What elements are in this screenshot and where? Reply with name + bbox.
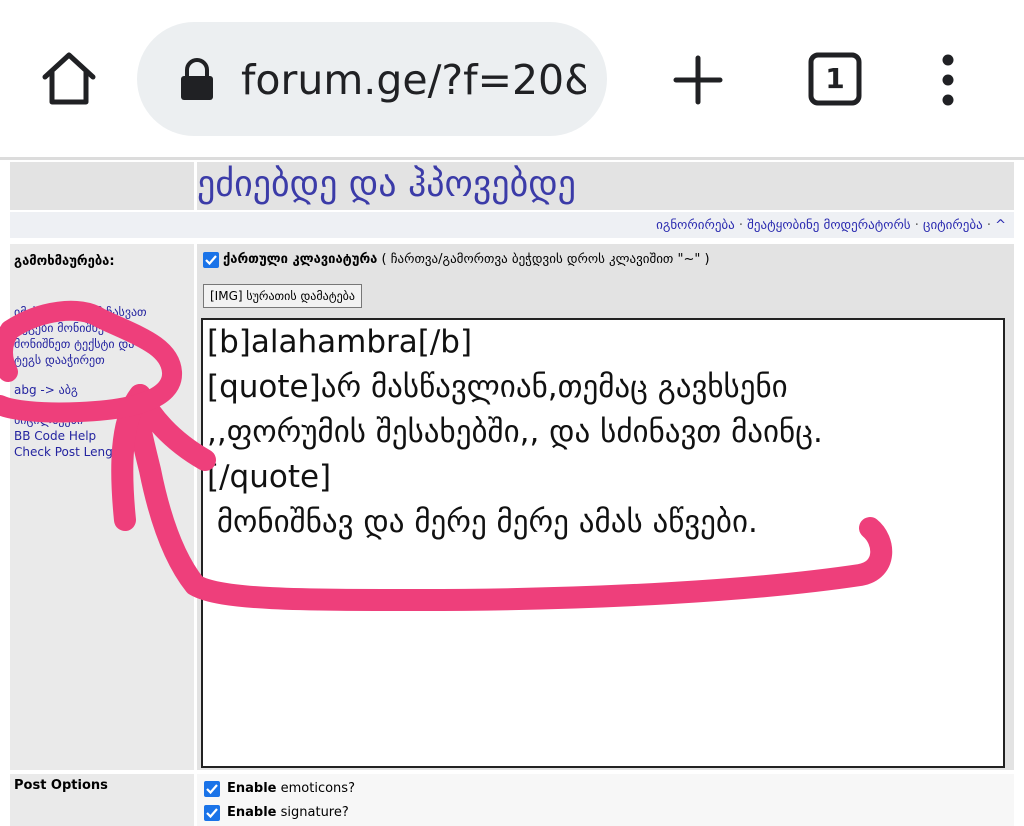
bbcode-hint-line: იმისათვის რომ ჩასვათ [14, 305, 147, 319]
post-options-label: Post Options [14, 778, 108, 793]
add-image-button[interactable]: [IMG] სურათის დამატება [203, 284, 362, 308]
new-tab-icon[interactable] [670, 52, 726, 108]
message-textarea[interactable]: [b]alahambra[/b] [quote]არ მასწავლიან,თემ… [201, 318, 1005, 768]
lock-icon [177, 58, 217, 102]
enable-signature-checkbox[interactable] [204, 805, 220, 821]
enable-signature-label: Enable signature? [227, 805, 349, 820]
quote-link[interactable]: ციტირება [923, 218, 983, 233]
post-actions-row: იგნორირება · შეატყობინე მოდერატორს · ციტ… [10, 212, 1014, 238]
smilies-link[interactable]: სიცილაკები [14, 412, 147, 428]
reply-editor-cell: ქართული კლავიატურა ( ჩართვა/გამორთვა ბეჭ… [197, 244, 1014, 770]
ignore-link[interactable]: იგნორირება [656, 218, 735, 233]
post-actions: იგნორირება · შეატყობინე მოდერატორს · ციტ… [656, 218, 1006, 233]
address-bar[interactable]: forum.ge/?f=20& [137, 22, 607, 136]
back-to-top-link[interactable]: ^ [995, 218, 1006, 233]
tab-count: 1 [825, 62, 845, 95]
bbcode-hint-line: ტეგს დააჭირეთ [14, 353, 105, 367]
georgian-keyboard-checkbox[interactable] [203, 252, 219, 268]
bbcode-hint-line: მონიშნეთ ტექსტი და [14, 337, 135, 351]
browser-toolbar: forum.ge/?f=20& 1 [0, 0, 1024, 158]
message-text: [b]alahambra[/b] [quote]არ მასწავლიან,თემ… [207, 320, 823, 545]
reply-label: გამოხმაურება: [14, 254, 115, 269]
reply-sidebar: გამოხმაურება: იმისათვის რომ ჩასვათ ტეგებ… [10, 244, 194, 770]
topic-title: ეძიებდე და ჰპოვებდე [197, 164, 576, 205]
bbcode-help-link[interactable]: BB Code Help [14, 428, 147, 444]
check-post-length-link[interactable]: Check Post Length [14, 444, 147, 460]
message-line: [b]alahambra[/b] [207, 324, 473, 360]
report-moderator-link[interactable]: შეატყობინე მოდერატორს [747, 218, 910, 233]
message-line: [/quote] [207, 459, 332, 495]
more-options-icon[interactable] [932, 52, 964, 108]
title-cell: ეძიებდე და ჰპოვებდე [197, 162, 1014, 210]
forum-page: ეძიებდე და ჰპოვებდე იგნორირება · შეატყობ… [0, 160, 1024, 826]
bbcode-hint-line: ტეგები მონიშნეთ [14, 321, 114, 335]
message-line: მონიშნავ და მერე მერე ამას აწვები. [207, 504, 758, 540]
home-icon[interactable] [40, 50, 98, 108]
message-line: ,,ფორუმის შესახებში,, და სძინავთ მაინც. [207, 414, 823, 450]
enable-emoticons-label: Enable emoticons? [227, 781, 355, 796]
url-text[interactable]: forum.ge/?f=20& [241, 56, 586, 104]
message-line: [quote]არ მასწავლიან,თემაც გავხსენი [207, 369, 788, 405]
enable-emoticons-checkbox[interactable] [204, 781, 220, 797]
georgian-keyboard-label: ქართული კლავიატურა [223, 252, 378, 267]
post-options-label-cell: Post Options [10, 774, 194, 826]
tab-switcher-button[interactable]: 1 [808, 52, 862, 106]
sidebar-help: იმისათვის რომ ჩასვათ ტეგები მონიშნეთ მონ… [14, 304, 147, 460]
transliteration-link[interactable]: abg -> აბგ [14, 382, 147, 398]
georgian-keyboard-hint: ( ჩართვა/გამორთვა ბეჭდვის დროს კლავიშით … [381, 252, 710, 267]
post-options-cell: Enable emoticons? Enable signature? [197, 774, 1014, 826]
georgian-keyboard-row: ქართული კლავიატურა ( ჩართვა/გამორთვა ბეჭ… [223, 252, 710, 267]
title-left-cell [10, 162, 194, 210]
